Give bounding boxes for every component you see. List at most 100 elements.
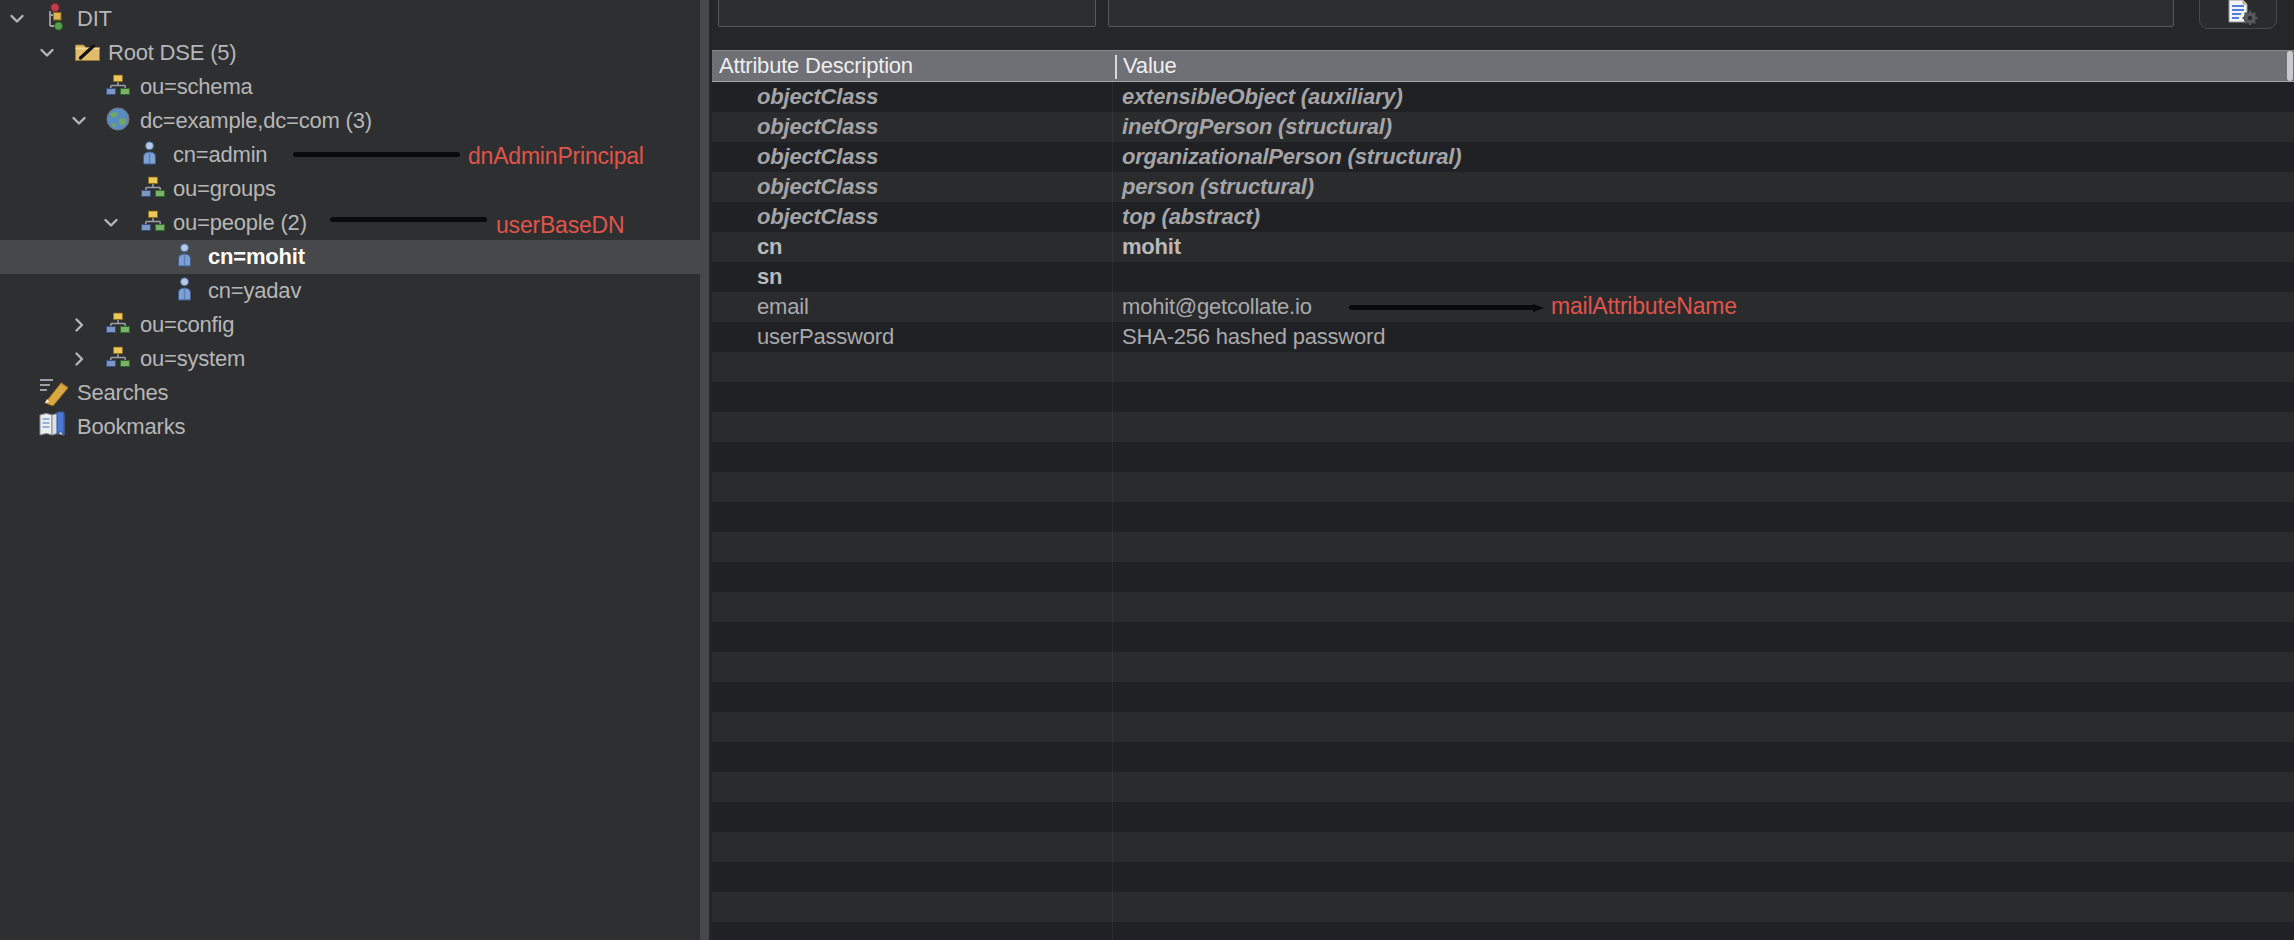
empty-table-row: [712, 382, 2294, 412]
attribute-name: sn: [757, 264, 782, 290]
tree-item-root-dse-5-[interactable]: Root DSE (5): [0, 36, 700, 70]
tree-item-label: Root DSE (5): [108, 40, 236, 66]
tree-item-label: ou=config: [140, 312, 234, 338]
empty-table-row: [712, 922, 2294, 940]
attribute-value: top (abstract): [1122, 204, 1260, 230]
dn-input[interactable]: [1108, 0, 2174, 27]
column-header-value[interactable]: Value: [1123, 53, 1177, 79]
annotation-label: dnAdminPrincipal: [468, 143, 644, 170]
annotation-line: [293, 152, 460, 157]
column-separator[interactable]: [1115, 55, 1117, 79]
empty-table-row: [712, 682, 2294, 712]
attribute-name: objectClass: [757, 204, 878, 230]
fetch-operational-attributes-button[interactable]: [2199, 0, 2277, 29]
tree-item-label: cn=mohit: [208, 244, 305, 270]
document-gear-icon: [2222, 0, 2258, 29]
empty-table-row: [712, 742, 2294, 772]
tree-item-dit[interactable]: DIT: [0, 2, 700, 36]
tree-item-bookmarks[interactable]: Bookmarks: [0, 410, 700, 444]
annotation-label: userBaseDN: [496, 212, 624, 239]
attribute-name: userPassword: [757, 324, 894, 350]
tree-item-label: ou=system: [140, 346, 245, 372]
tree-item-label: cn=admin: [173, 142, 267, 168]
empty-table-row: [712, 712, 2294, 742]
attribute-name: cn: [757, 234, 782, 260]
attribute-row-objectClass[interactable]: objectClass person (structural): [712, 172, 2294, 202]
chevron-down-icon[interactable]: [38, 44, 56, 62]
empty-table-row: [712, 862, 2294, 892]
attribute-value: inetOrgPerson (structural): [1122, 114, 1392, 140]
chevron-right-icon[interactable]: [70, 316, 88, 334]
attribute-value: extensibleObject (auxiliary): [1122, 84, 1403, 110]
column-divider-line: [1112, 82, 1113, 940]
attribute-table: objectClassextensibleObject (auxiliary)o…: [712, 82, 2294, 940]
ldap-browser-tree-panel: DIT Root DSE (5) ou=schema dc=example,dc=co…: [0, 0, 700, 940]
column-header-attribute-description[interactable]: Attribute Description: [719, 53, 913, 79]
annotation-line: [1349, 305, 1535, 310]
person-icon: [141, 141, 158, 169]
tree-item-ou-system[interactable]: ou=system: [0, 342, 700, 376]
attribute-row-email[interactable]: emailmohit@getcollate.iomailAttributeNam…: [712, 292, 2294, 322]
empty-table-row: [712, 892, 2294, 922]
org-icon: [141, 177, 165, 202]
attribute-row-objectClass[interactable]: objectClass top (abstract): [712, 202, 2294, 232]
person-icon: [176, 277, 193, 305]
tree-item-label: ou=people (2): [173, 210, 307, 236]
tree-item-label: ou=groups: [173, 176, 276, 202]
attribute-row-objectClass[interactable]: objectClass inetOrgPerson (structural): [712, 112, 2294, 142]
tree-item-ou-schema[interactable]: ou=schema: [0, 70, 700, 104]
attribute-value: person (structural): [1122, 174, 1314, 200]
tree-item-cn-mohit[interactable]: cn=mohit: [0, 240, 700, 274]
tree-item-label: Searches: [77, 380, 168, 406]
org-icon: [106, 347, 130, 372]
attribute-value: mohit: [1122, 234, 1181, 260]
empty-table-row: [712, 502, 2294, 532]
empty-table-row: [712, 622, 2294, 652]
tree-item-ou-groups[interactable]: ou=groups: [0, 172, 700, 206]
empty-table-row: [712, 532, 2294, 562]
attribute-name: objectClass: [757, 144, 878, 170]
tree-item-label: ou=schema: [140, 74, 253, 100]
globe-icon: [106, 107, 130, 135]
empty-table-row: [712, 652, 2294, 682]
annotation-line: [330, 217, 487, 222]
attribute-row-cn[interactable]: cn mohit: [712, 232, 2294, 262]
empty-table-row: [712, 772, 2294, 802]
chevron-down-icon[interactable]: [8, 10, 26, 28]
tree-item-searches[interactable]: Searches: [0, 376, 700, 410]
attribute-row-sn[interactable]: sn: [712, 262, 2294, 292]
tree-item-ou-config[interactable]: ou=config: [0, 308, 700, 342]
bookmarks-icon: [38, 411, 68, 443]
dit-icon: [44, 3, 66, 35]
tree-item-label: dc=example,dc=com (3): [140, 108, 372, 134]
attribute-name: objectClass: [757, 114, 878, 140]
empty-table-row: [712, 472, 2294, 502]
vertical-scrollbar[interactable]: [2287, 51, 2293, 81]
attribute-row-userPassword[interactable]: userPasswordSHA-256 hashed password: [712, 322, 2294, 352]
attribute-value: organizationalPerson (structural): [1122, 144, 1461, 170]
chevron-down-icon[interactable]: [70, 112, 88, 130]
attribute-name: objectClass: [757, 84, 878, 110]
panel-splitter[interactable]: [700, 0, 709, 940]
quick-filter-input[interactable]: [718, 0, 1096, 27]
attribute-name: objectClass: [757, 174, 878, 200]
empty-table-row: [712, 352, 2294, 382]
tree-item-cn-yadav[interactable]: cn=yadav: [0, 274, 700, 308]
chevron-down-icon[interactable]: [102, 214, 120, 232]
org-icon: [141, 211, 165, 236]
tree-item-dc-example-dc-com-3-[interactable]: dc=example,dc=com (3): [0, 104, 700, 138]
empty-table-row: [712, 802, 2294, 832]
attribute-row-objectClass[interactable]: objectClass extensibleObject (auxiliary): [712, 82, 2294, 112]
folder-pencil-icon: [74, 40, 101, 67]
tree-item-label: Bookmarks: [77, 414, 185, 440]
empty-table-row: [712, 562, 2294, 592]
annotation-label: mailAttributeName: [1551, 293, 1737, 320]
entry-editor-panel: Attribute Description Value objectClass e…: [709, 0, 2294, 940]
attribute-row-objectClass[interactable]: objectClass organizationalPerson (structu…: [712, 142, 2294, 172]
org-icon: [106, 313, 130, 338]
searches-icon: [38, 376, 72, 410]
chevron-right-icon[interactable]: [70, 350, 88, 368]
attribute-value: mohit@getcollate.io: [1122, 294, 1312, 320]
empty-table-row: [712, 832, 2294, 862]
org-icon: [106, 75, 130, 100]
